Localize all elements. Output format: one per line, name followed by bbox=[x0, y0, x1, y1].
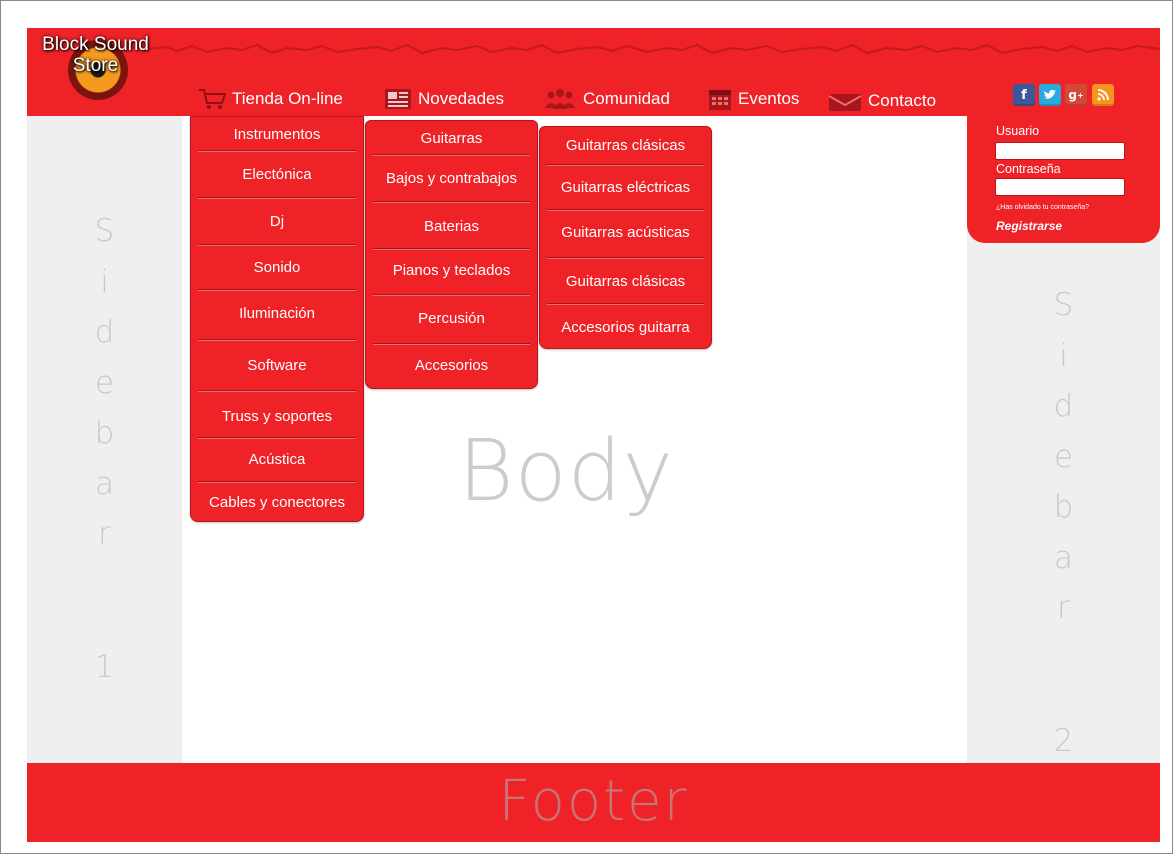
menu-item-guitarras-acusticas[interactable]: Guitarras acústicas bbox=[540, 223, 711, 243]
menu-item-electonica[interactable]: Electónica bbox=[191, 165, 363, 185]
menu-item-pianos[interactable]: Pianos y teclados bbox=[366, 261, 537, 281]
site-logo[interactable]: Block Sound Store bbox=[33, 30, 158, 110]
sidebar-1-label: S i d e b a r 1 bbox=[27, 206, 182, 692]
twitter-icon[interactable] bbox=[1039, 84, 1061, 106]
categories-dropdown: Instrumentos Electónica Dj Sonido Ilumin… bbox=[190, 116, 364, 522]
username-input[interactable] bbox=[995, 142, 1125, 160]
menu-divider bbox=[547, 164, 704, 166]
sidebar-2-char: i bbox=[1059, 337, 1068, 374]
footer-placeholder: Footer bbox=[498, 769, 689, 834]
sidebar-1-char: b bbox=[94, 415, 115, 451]
sidebar-1: S i d e b a r 1 bbox=[27, 116, 182, 763]
logo-text: Block Sound Store bbox=[33, 34, 158, 76]
sidebar-2-char: d bbox=[1053, 388, 1074, 424]
nav-label: Contacto bbox=[868, 91, 937, 110]
soundwave-decoration bbox=[147, 43, 1160, 55]
sidebar-2-char: b bbox=[1053, 489, 1074, 525]
menu-item-guitarras-electricas[interactable]: Guitarras eléctricas bbox=[540, 178, 711, 198]
nav-tienda-online[interactable]: Tienda On-line bbox=[198, 86, 343, 112]
menu-item-instrumentos[interactable]: Instrumentos bbox=[191, 125, 363, 145]
nav-comunidad[interactable]: Comunidad bbox=[543, 86, 670, 112]
footer: Footer bbox=[27, 763, 1160, 842]
menu-divider bbox=[373, 154, 530, 156]
google-plus-icon[interactable]: g + bbox=[1065, 84, 1087, 106]
menu-divider bbox=[547, 303, 704, 305]
nav-label: Novedades bbox=[418, 89, 505, 108]
menu-item-sonido[interactable]: Sonido bbox=[191, 258, 363, 278]
envelope-icon bbox=[828, 94, 862, 111]
password-input[interactable] bbox=[995, 178, 1125, 196]
sidebar-2-char: r bbox=[1057, 590, 1070, 626]
body-placeholder: Body bbox=[458, 422, 674, 521]
sidebar-1-char: 1 bbox=[94, 648, 115, 685]
nav-eventos[interactable]: Eventos bbox=[708, 86, 799, 112]
menu-item-accesorios[interactable]: Accesorios bbox=[366, 356, 537, 376]
menu-divider bbox=[198, 339, 356, 341]
sidebar-2-label: S i d e b a r 2 bbox=[967, 280, 1160, 766]
menu-item-baterias[interactable]: Baterias bbox=[366, 217, 537, 237]
menu-divider bbox=[373, 201, 530, 203]
menu-divider bbox=[198, 437, 356, 439]
calendar-icon bbox=[709, 90, 731, 110]
menu-item-dj[interactable]: Dj bbox=[191, 212, 363, 232]
menu-divider bbox=[547, 257, 704, 259]
menu-item-guitarras[interactable]: Guitarras bbox=[366, 129, 537, 149]
menu-item-guitarras-clasicas[interactable]: Guitarras clásicas bbox=[540, 136, 711, 156]
sidebar-2-gap bbox=[967, 634, 1160, 716]
sidebar-1-char: i bbox=[100, 263, 109, 300]
menu-divider bbox=[198, 289, 356, 291]
menu-item-truss[interactable]: Truss y soportes bbox=[191, 407, 363, 427]
menu-divider bbox=[198, 481, 356, 483]
newspaper-icon bbox=[385, 89, 411, 109]
menu-divider bbox=[198, 150, 356, 152]
menu-item-software[interactable]: Software bbox=[191, 356, 363, 376]
menu-divider bbox=[373, 343, 530, 345]
sidebar-2-char: 2 bbox=[1053, 722, 1074, 759]
menu-divider bbox=[198, 197, 356, 199]
guitars-dropdown: Guitarras clásicas Guitarras eléctricas … bbox=[539, 126, 712, 349]
sidebar-1-char: e bbox=[94, 364, 115, 401]
shopping-cart-icon bbox=[199, 89, 226, 109]
instruments-dropdown: Guitarras Bajos y contrabajos Baterias P… bbox=[365, 120, 538, 389]
sidebar-1-char: S bbox=[94, 213, 115, 249]
menu-item-guitarras-clasicas-2[interactable]: Guitarras clásicas bbox=[540, 272, 711, 292]
forgot-password-link[interactable]: ¿Has olvidado tu contraseña? bbox=[996, 204, 1089, 211]
menu-divider bbox=[373, 248, 530, 250]
people-icon bbox=[545, 89, 575, 109]
sidebar-2-char: e bbox=[1053, 438, 1074, 475]
logo-line-1: Block Sound bbox=[42, 34, 149, 55]
menu-item-bajos[interactable]: Bajos y contrabajos bbox=[366, 169, 537, 189]
facebook-icon[interactable]: f bbox=[1013, 84, 1035, 106]
login-panel: Usuario Contraseña ¿Has olvidado tu cont… bbox=[967, 116, 1160, 243]
username-label: Usuario bbox=[996, 124, 1040, 138]
menu-item-accesorios-guitarra[interactable]: Accesorios guitarra bbox=[540, 318, 711, 338]
sidebar-2-char: S bbox=[1053, 287, 1074, 323]
nav-label: Eventos bbox=[738, 89, 800, 108]
rss-icon[interactable] bbox=[1092, 84, 1114, 106]
sidebar-2-char: a bbox=[1054, 539, 1073, 576]
header-bar: Block Sound Store Tienda On-line Novedad… bbox=[27, 28, 1160, 116]
nav-contacto[interactable]: Contacto bbox=[828, 88, 936, 114]
menu-divider bbox=[547, 209, 704, 211]
logo-line-2: Store bbox=[72, 55, 119, 76]
sidebar-1-gap bbox=[27, 560, 182, 642]
nav-label: Tienda On-line bbox=[232, 89, 343, 108]
register-link[interactable]: Registrarse bbox=[996, 219, 1062, 233]
menu-divider bbox=[198, 390, 356, 392]
menu-item-percusion[interactable]: Percusión bbox=[366, 309, 537, 329]
sidebar-1-char: d bbox=[94, 314, 115, 350]
password-label: Contraseña bbox=[996, 162, 1061, 176]
menu-item-iluminacion[interactable]: Iluminación bbox=[191, 304, 363, 324]
menu-divider bbox=[198, 244, 356, 246]
nav-label: Comunidad bbox=[583, 89, 670, 108]
sidebar-1-char: r bbox=[98, 516, 111, 552]
menu-item-cables[interactable]: Cables y conectores bbox=[191, 493, 363, 513]
nav-novedades[interactable]: Novedades bbox=[384, 86, 504, 112]
sidebar-1-char: a bbox=[95, 465, 114, 502]
menu-divider bbox=[373, 294, 530, 296]
menu-item-acustica[interactable]: Acústica bbox=[191, 450, 363, 470]
